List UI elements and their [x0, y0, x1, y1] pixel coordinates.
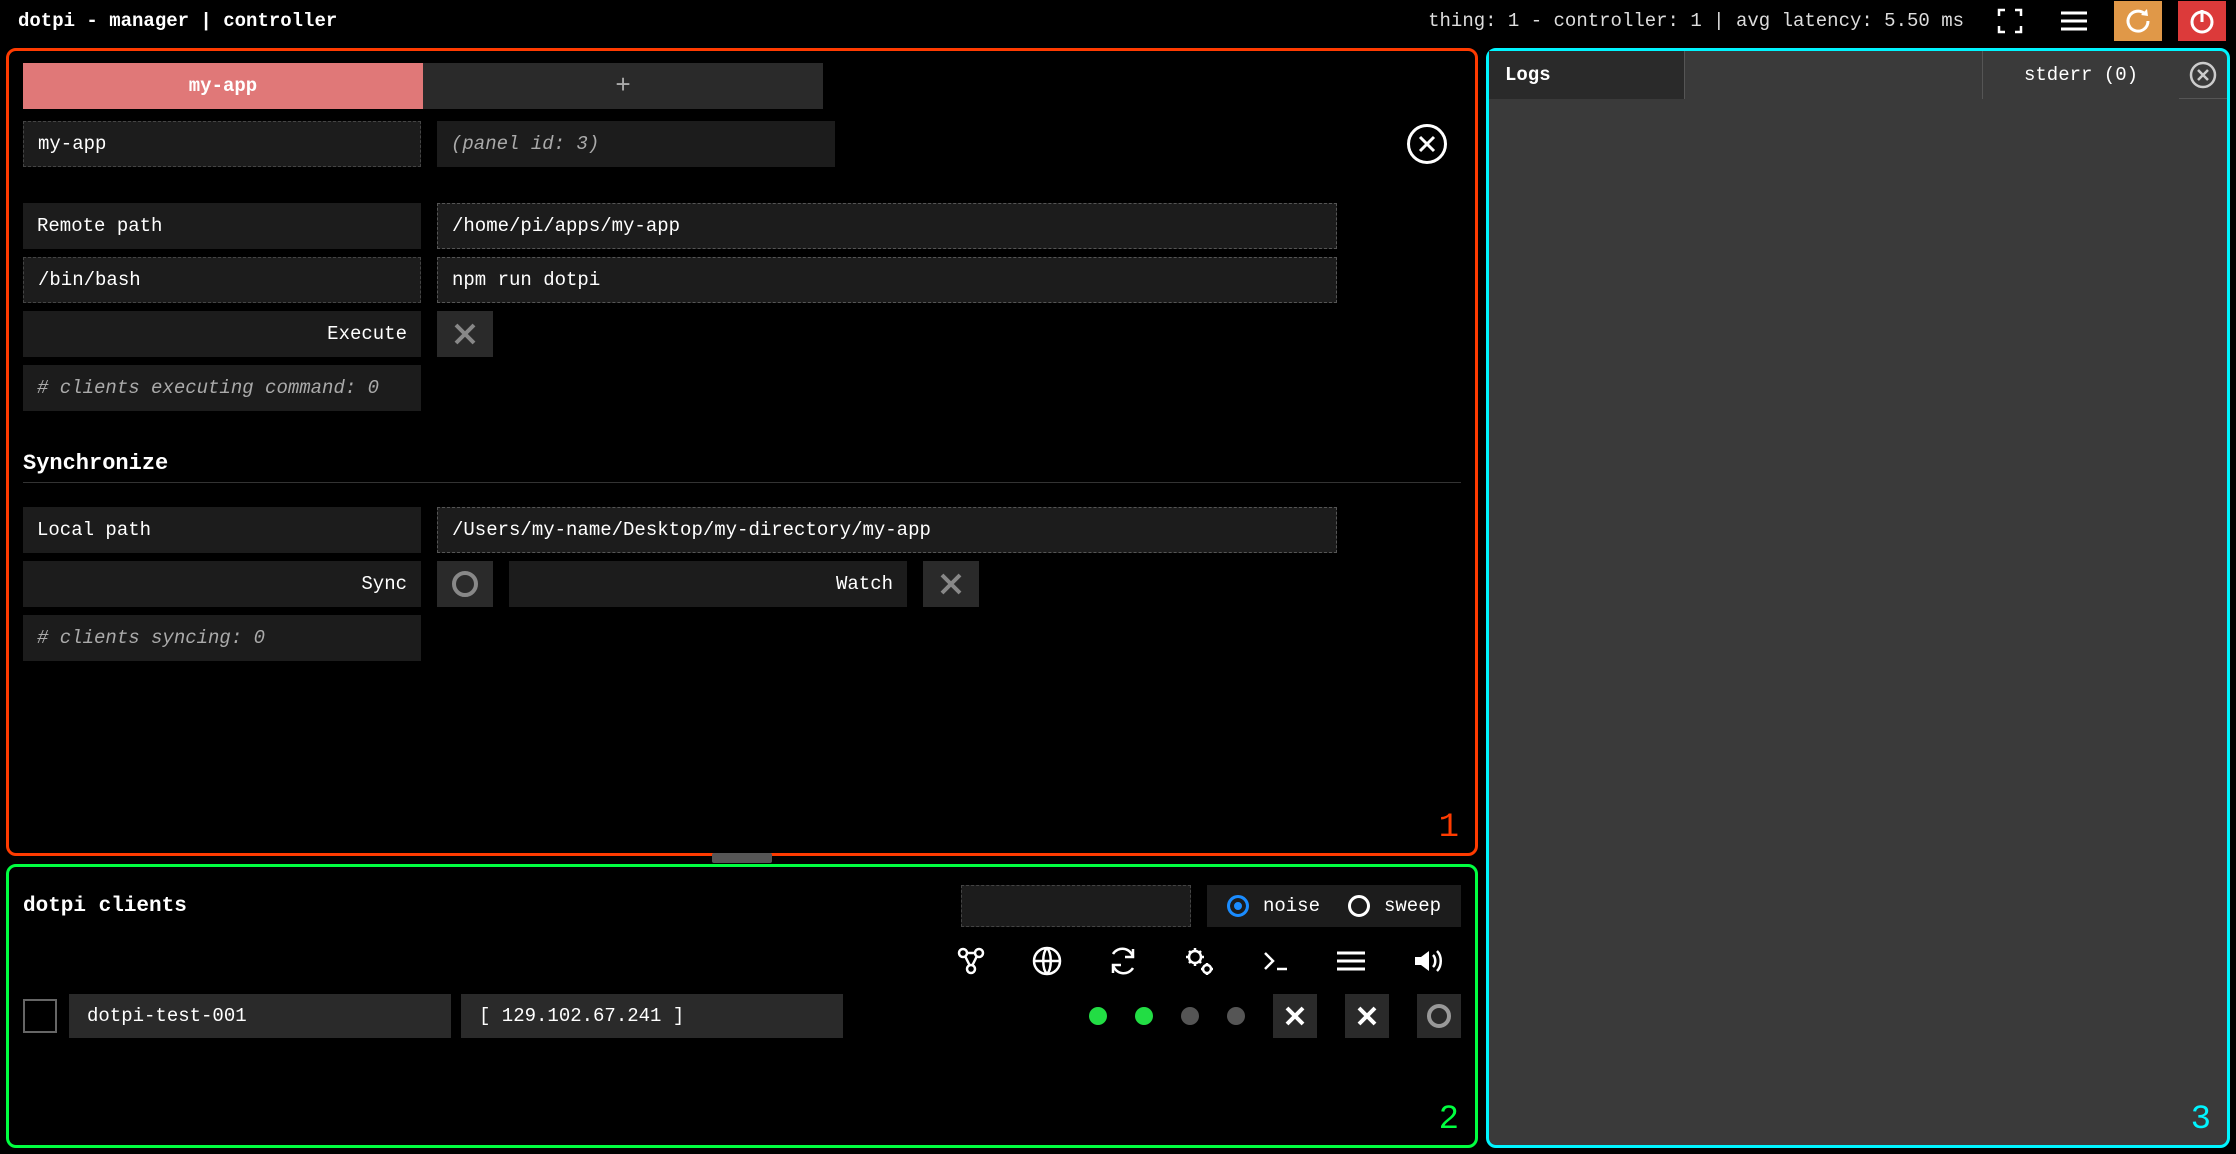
circle-icon — [450, 569, 480, 599]
logs-panel: Logs stderr (0) 3 — [1486, 48, 2230, 1148]
client-action-3[interactable] — [1417, 994, 1461, 1038]
list-button[interactable] — [1333, 943, 1369, 979]
app-header: dotpi - manager | controller thing: 1 - … — [0, 0, 2236, 42]
remote-path-input[interactable] — [437, 203, 1337, 249]
power-button[interactable] — [2178, 1, 2226, 41]
sync-button[interactable] — [437, 561, 493, 607]
status-dot-2 — [1135, 1007, 1153, 1025]
local-path-input[interactable] — [437, 507, 1337, 553]
fullscreen-button[interactable] — [1986, 1, 2034, 41]
globe-icon — [1031, 945, 1063, 977]
app-name-input[interactable] — [23, 121, 421, 167]
client-name: dotpi-test-001 — [69, 994, 451, 1038]
status-dot-3 — [1181, 1007, 1199, 1025]
execute-cancel-button[interactable] — [437, 311, 493, 357]
radio-dot-selected-icon — [1227, 895, 1249, 917]
local-path-label: Local path — [23, 507, 421, 553]
hamburger-icon — [2059, 9, 2089, 33]
speaker-icon — [1411, 945, 1443, 977]
x-icon — [1355, 1004, 1379, 1028]
radio-dot-icon — [1348, 895, 1370, 917]
status-dot-4 — [1227, 1007, 1245, 1025]
commands-panel: my-app + (panel id: 3) Remote path Ex — [6, 48, 1478, 856]
network-button[interactable] — [953, 943, 989, 979]
close-icon — [2188, 60, 2218, 90]
refresh-icon — [2123, 6, 2153, 36]
sync-all-button[interactable] — [1105, 943, 1141, 979]
synchronize-heading: Synchronize — [23, 451, 1461, 483]
radio-sweep-label: sweep — [1384, 895, 1441, 917]
terminal-icon — [1259, 945, 1291, 977]
execute-label: Execute — [23, 311, 421, 357]
client-row: dotpi-test-001 [ 129.102.67.241 ] — [23, 991, 1461, 1041]
terminal-button[interactable] — [1257, 943, 1293, 979]
x-icon — [938, 571, 964, 597]
globe-button[interactable] — [1029, 943, 1065, 979]
close-icon — [1416, 133, 1438, 155]
audio-button[interactable] — [1409, 943, 1445, 979]
status-dot-1 — [1089, 1007, 1107, 1025]
client-action-2[interactable] — [1345, 994, 1389, 1038]
power-icon — [2187, 6, 2217, 36]
client-ip: [ 129.102.67.241 ] — [461, 994, 843, 1038]
radio-sweep[interactable]: sweep — [1348, 895, 1441, 917]
radio-noise[interactable]: noise — [1227, 895, 1320, 917]
panel-number-1: 1 — [1439, 809, 1459, 847]
client-checkbox[interactable] — [23, 999, 57, 1033]
x-icon — [452, 321, 478, 347]
close-panel-button[interactable] — [1407, 124, 1447, 164]
logs-close-button[interactable] — [2179, 51, 2227, 99]
logs-spacer — [1685, 51, 1983, 99]
command-input[interactable] — [437, 257, 1337, 303]
executing-status: # clients executing command: 0 — [23, 365, 421, 411]
clients-title: dotpi clients — [23, 895, 945, 918]
watch-cancel-button[interactable] — [923, 561, 979, 607]
header-stats: thing: 1 - controller: 1 | avg latency: … — [1428, 10, 1964, 32]
sync-icon — [1107, 945, 1139, 977]
app-title: dotpi - manager | controller — [18, 10, 337, 32]
circle-icon — [1425, 1002, 1453, 1030]
settings-button[interactable] — [1181, 943, 1217, 979]
tab-my-app[interactable]: my-app — [23, 63, 423, 109]
tab-add[interactable]: + — [423, 63, 823, 109]
client-action-1[interactable] — [1273, 994, 1317, 1038]
gear-icon — [1183, 945, 1215, 977]
remote-path-label: Remote path — [23, 203, 421, 249]
panel-number-3: 3 — [2191, 1101, 2211, 1139]
resize-handle[interactable] — [712, 853, 772, 863]
fullscreen-icon — [1996, 7, 2024, 35]
menu-button[interactable] — [2050, 1, 2098, 41]
panel-id-label: (panel id: 3) — [437, 121, 835, 167]
syncing-status: # clients syncing: 0 — [23, 615, 421, 661]
logs-tab[interactable]: Logs — [1489, 51, 1685, 99]
radio-noise-label: noise — [1263, 895, 1320, 917]
restart-button[interactable] — [2114, 1, 2162, 41]
clients-panel: dotpi clients noise sweep — [6, 864, 1478, 1148]
clients-search-input[interactable] — [961, 885, 1191, 927]
watch-label: Watch — [509, 561, 907, 607]
panel-number-2: 2 — [1439, 1101, 1459, 1139]
stderr-tab[interactable]: stderr (0) — [1983, 51, 2179, 99]
list-icon — [1335, 949, 1367, 973]
network-icon — [955, 945, 987, 977]
x-icon — [1283, 1004, 1307, 1028]
sync-label: Sync — [23, 561, 421, 607]
shell-input[interactable] — [23, 257, 421, 303]
